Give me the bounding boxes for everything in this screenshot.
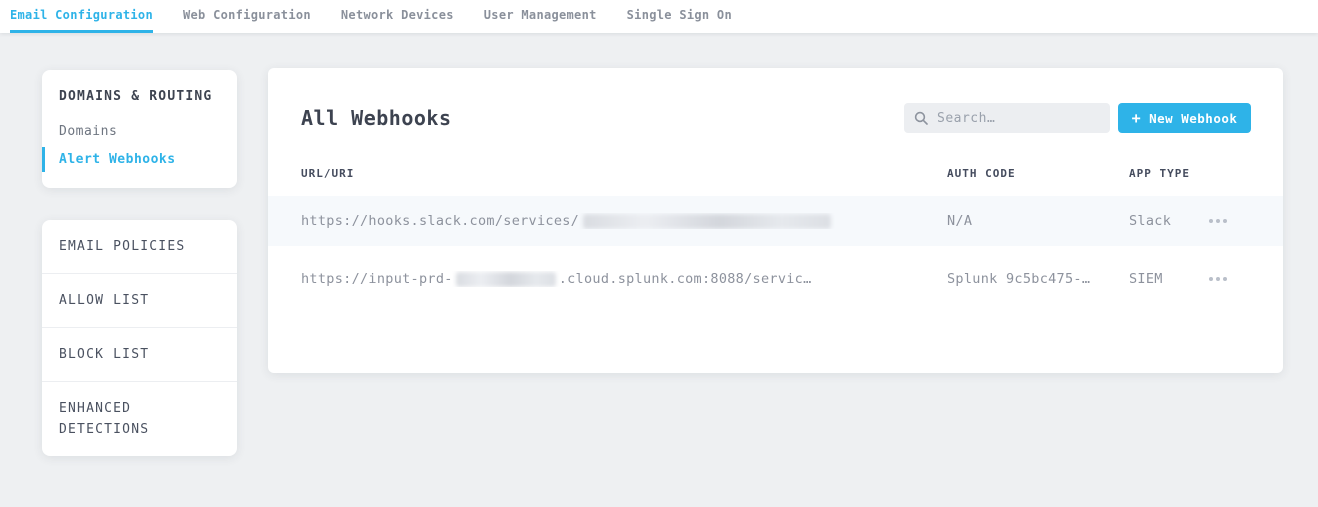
sidebar-item-enhanced-detections[interactable]: ENHANCED DETECTIONS [42, 382, 237, 456]
app-type-cell: Slack [1129, 213, 1207, 229]
row-menu-button[interactable] [1207, 273, 1229, 285]
tab-web-configuration[interactable]: Web Configuration [183, 0, 311, 33]
webhooks-panel: All Webhooks + New Webhook URL/URI AUTH … [268, 68, 1283, 373]
sidebar-item-email-policies[interactable]: EMAIL POLICIES [42, 220, 237, 274]
webhooks-header: All Webhooks + New Webhook [268, 68, 1283, 133]
auth-code-cell: N/A [947, 213, 1129, 229]
tab-network-devices[interactable]: Network Devices [341, 0, 454, 33]
page-title: All Webhooks [301, 103, 452, 133]
auth-code-cell: Splunk 9c5bc475-… [947, 271, 1129, 287]
tab-single-sign-on[interactable]: Single Sign On [627, 0, 732, 33]
sidebar: DOMAINS & ROUTING Domains Alert Webhooks… [42, 70, 237, 456]
search-input[interactable] [937, 111, 1100, 126]
table-row[interactable]: https://hooks.slack.com/services/ N/A Sl… [268, 196, 1283, 246]
sidebar-item-alert-webhooks[interactable]: Alert Webhooks [42, 147, 237, 172]
table-header-row: URL/URI AUTH CODE APP TYPE [268, 167, 1283, 181]
search-icon [914, 111, 928, 125]
ellipsis-icon [1209, 219, 1213, 223]
url-cell: https://input-prd- .cloud.splunk.com:808… [301, 271, 947, 287]
new-webhook-button[interactable]: + New Webhook [1118, 103, 1251, 133]
url-text: https://input-prd- [301, 271, 453, 287]
url-text: .cloud.splunk.com:8088/servic… [559, 271, 812, 287]
ellipsis-icon [1209, 277, 1213, 281]
search-box[interactable] [904, 103, 1110, 133]
top-navigation: Email Configuration Web Configuration Ne… [0, 0, 1318, 33]
domains-routing-card: DOMAINS & ROUTING Domains Alert Webhooks [42, 70, 237, 188]
table-row[interactable]: https://input-prd- .cloud.splunk.com:808… [268, 246, 1283, 312]
row-menu-button[interactable] [1207, 215, 1229, 227]
app-type-cell: SIEM [1129, 271, 1207, 287]
tab-email-configuration[interactable]: Email Configuration [10, 0, 153, 33]
sidebar-item-domains[interactable]: Domains [42, 119, 237, 144]
url-cell: https://hooks.slack.com/services/ [301, 213, 947, 229]
column-header-url: URL/URI [301, 167, 947, 181]
column-header-auth-code: AUTH CODE [947, 167, 1129, 181]
redacted-url-segment [583, 214, 831, 229]
domains-routing-header: DOMAINS & ROUTING [42, 89, 237, 104]
url-text: https://hooks.slack.com/services/ [301, 213, 579, 229]
sidebar-item-allow-list[interactable]: ALLOW LIST [42, 274, 237, 328]
tab-user-management[interactable]: User Management [484, 0, 597, 33]
page-content: DOMAINS & ROUTING Domains Alert Webhooks… [0, 33, 1318, 456]
sidebar-item-block-list[interactable]: BLOCK LIST [42, 328, 237, 382]
new-webhook-label: New Webhook [1149, 111, 1237, 126]
plus-icon: + [1132, 111, 1142, 126]
sidebar-sections-card: EMAIL POLICIES ALLOW LIST BLOCK LIST ENH… [42, 220, 237, 456]
redacted-url-segment [456, 272, 556, 287]
column-header-app-type: APP TYPE [1129, 167, 1207, 181]
